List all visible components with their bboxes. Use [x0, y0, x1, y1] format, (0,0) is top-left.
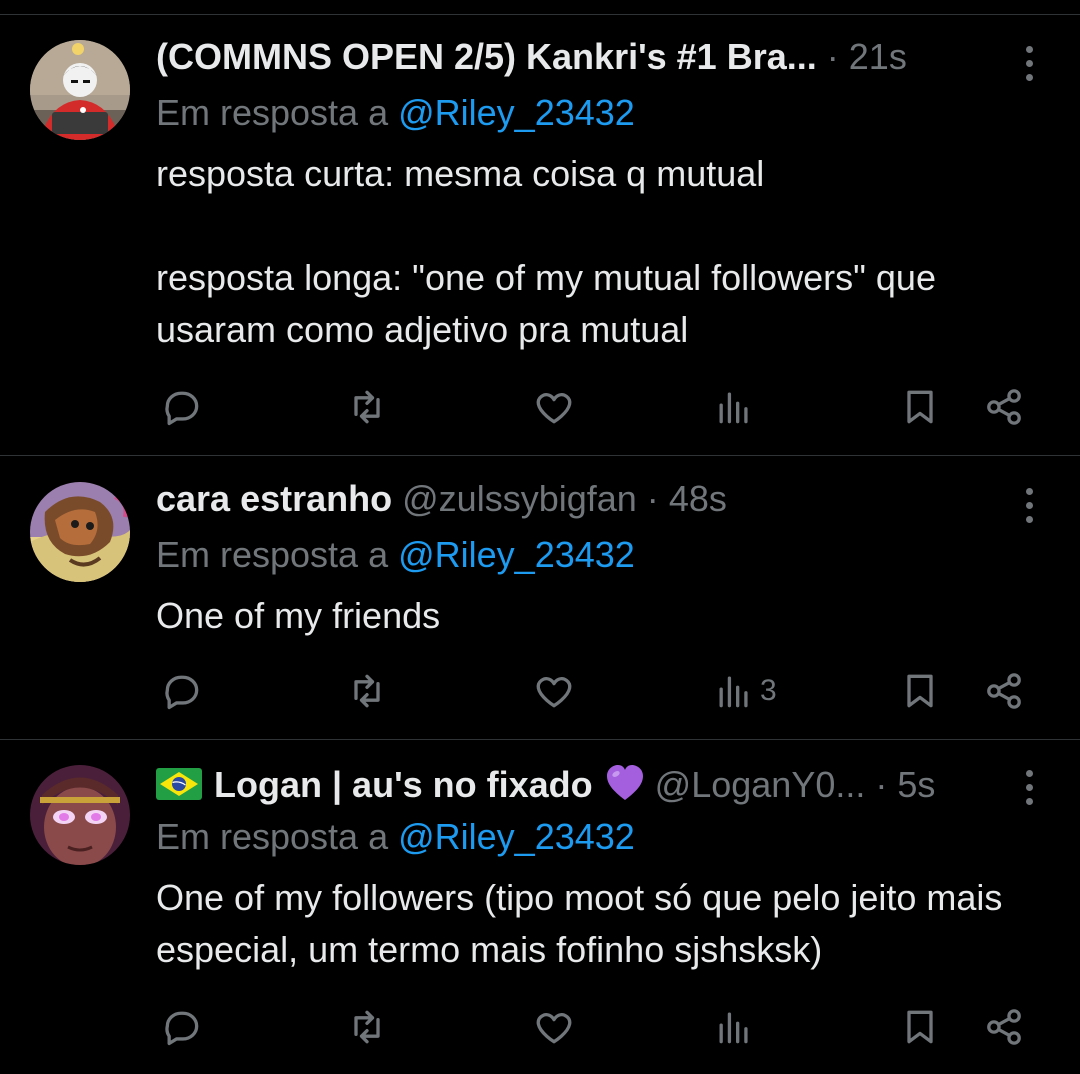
user-handle[interactable]: @zulssybigfan	[402, 478, 637, 519]
heart-icon	[536, 677, 572, 708]
views-icon	[719, 392, 748, 424]
share-button[interactable]	[982, 666, 1026, 716]
avatar[interactable]	[30, 40, 130, 140]
timestamp[interactable]: 5s	[897, 764, 935, 805]
bookmark-button[interactable]	[898, 382, 942, 432]
timestamp[interactable]: 21s	[849, 36, 907, 77]
mention-link[interactable]: @Riley_23432	[398, 534, 635, 575]
display-name[interactable]: cara estranho	[156, 478, 392, 519]
avatar[interactable]	[30, 482, 130, 582]
separator-dot: ·	[875, 764, 888, 805]
views-icon	[719, 676, 748, 708]
bookmark-icon	[907, 1010, 933, 1044]
reply-prefix: Em resposta a	[156, 534, 399, 575]
bookmark-button[interactable]	[898, 1002, 942, 1052]
reply-context: Em resposta a @Riley_23432	[156, 815, 635, 859]
action-bar: 3	[0, 666, 1080, 716]
like-button[interactable]	[532, 1002, 576, 1052]
retweet-button[interactable]	[345, 666, 389, 716]
views-button[interactable]	[712, 1002, 760, 1052]
share-button[interactable]	[982, 1002, 1026, 1052]
reply-icon	[165, 391, 199, 426]
more-options-icon[interactable]	[1016, 44, 1044, 84]
purple-heart-icon	[606, 765, 643, 800]
views-icon	[719, 1012, 748, 1044]
reply-button[interactable]	[160, 382, 204, 432]
tweet-text: One of my followers (tipo moot só que pe…	[156, 877, 1013, 970]
reply-button[interactable]	[160, 1002, 204, 1052]
retweet-icon	[354, 674, 380, 708]
reply-button[interactable]	[160, 666, 204, 716]
tweet-1[interactable]: (COMMNS OPEN 2/5) Kankri's #1 Bra... · 2…	[0, 0, 1080, 456]
share-icon	[987, 673, 1021, 709]
views-count: 3	[760, 674, 777, 707]
retweet-icon	[354, 390, 380, 424]
retweet-icon	[354, 1010, 380, 1044]
share-button[interactable]	[982, 382, 1026, 432]
retweet-button[interactable]	[345, 1002, 389, 1052]
reply-prefix: Em resposta a	[156, 816, 399, 857]
avatar-image	[30, 765, 130, 865]
like-button[interactable]	[532, 666, 576, 716]
brazil-flag-icon	[156, 768, 202, 800]
mention-link[interactable]: @Riley_23432	[398, 92, 635, 133]
timestamp[interactable]: 48s	[669, 478, 727, 519]
tweet-3[interactable]: Logan | au's no fixado @LoganY0... · 5s …	[0, 740, 1080, 1074]
heart-icon	[536, 393, 572, 424]
views-button[interactable]	[712, 382, 760, 432]
bookmark-icon	[907, 674, 933, 708]
heart-icon	[536, 1013, 572, 1044]
share-icon	[987, 389, 1021, 425]
bookmark-icon	[907, 390, 933, 424]
bookmark-button[interactable]	[898, 666, 942, 716]
avatar-image	[30, 40, 130, 140]
separator-dot: ·	[826, 36, 839, 77]
share-icon	[987, 1009, 1021, 1045]
reply-prefix: Em resposta a	[156, 92, 399, 133]
separator-dot: ·	[646, 478, 659, 519]
more-options-icon[interactable]	[1016, 486, 1044, 526]
tweet-text: resposta curta: mesma coisa q mutual res…	[156, 153, 936, 350]
more-options-icon[interactable]	[1016, 768, 1044, 808]
tweet-2[interactable]: cara estranho @zulssybigfan · 48s Em res…	[0, 456, 1080, 740]
display-name[interactable]: (COMMNS OPEN 2/5) Kankri's #1 Bra...	[156, 36, 817, 77]
tweet-header: (COMMNS OPEN 2/5) Kankri's #1 Bra... · 2…	[156, 35, 907, 79]
reply-icon	[165, 675, 199, 710]
user-handle[interactable]: @LoganY0...	[655, 764, 866, 805]
tweet-text: One of my friends	[156, 595, 441, 636]
reply-icon	[165, 1011, 199, 1046]
tweet-header: cara estranho @zulssybigfan · 48s	[156, 477, 727, 521]
avatar-image	[30, 482, 130, 582]
mention-link[interactable]: @Riley_23432	[398, 816, 635, 857]
display-name[interactable]: Logan | au's no fixado	[214, 764, 593, 805]
views-button[interactable]: 3	[712, 666, 777, 716]
retweet-button[interactable]	[345, 382, 389, 432]
reply-context: Em resposta a @Riley_23432	[156, 533, 635, 577]
action-bar	[0, 382, 1080, 432]
reply-context: Em resposta a @Riley_23432	[156, 91, 635, 135]
tweet-header: Logan | au's no fixado @LoganY0... · 5s	[156, 763, 935, 807]
action-bar	[0, 1002, 1080, 1052]
avatar[interactable]	[30, 765, 130, 865]
like-button[interactable]	[532, 382, 576, 432]
